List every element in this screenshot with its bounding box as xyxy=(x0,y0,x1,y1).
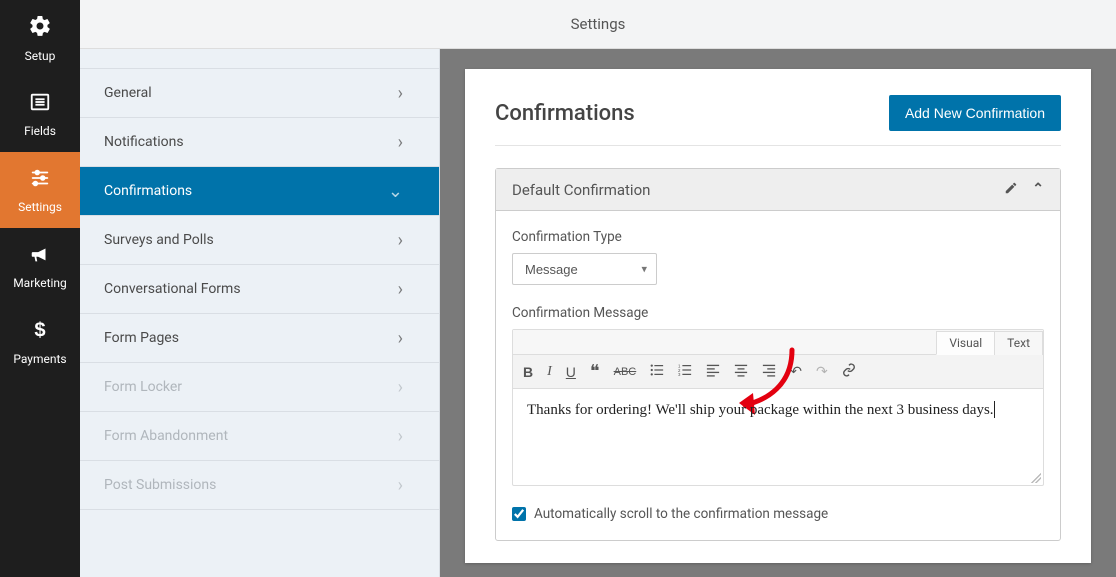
editor-toolbar: B I U ❝ ABC 123 xyxy=(513,355,1043,389)
editor-tab-text[interactable]: Text xyxy=(994,331,1043,355)
panel-title: Confirmations xyxy=(495,101,635,126)
submenu-item-surveys[interactable]: Surveys and Polls › xyxy=(80,215,439,265)
chevron-right-icon: › xyxy=(398,83,403,104)
confirmation-card: Default Confirmation ⌃ Confirmation Type xyxy=(495,168,1061,541)
chevron-right-icon: › xyxy=(398,426,403,447)
sidebar-item-marketing[interactable]: Marketing xyxy=(0,228,80,304)
chevron-right-icon: › xyxy=(398,475,403,496)
quote-icon[interactable]: ❝ xyxy=(590,361,600,382)
submenu-item-form-abandonment[interactable]: Form Abandonment › xyxy=(80,411,439,461)
sidebar-label: Fields xyxy=(24,124,56,138)
svg-text:3: 3 xyxy=(678,372,681,377)
sidebar-label: Marketing xyxy=(13,276,67,290)
number-list-icon[interactable]: 123 xyxy=(678,363,692,380)
chevron-right-icon: › xyxy=(398,132,403,153)
strike-icon[interactable]: ABC xyxy=(614,366,637,378)
main-area: Settings General › Notifications › Confi… xyxy=(80,0,1116,577)
bullet-list-icon[interactable] xyxy=(650,363,664,380)
sidebar-item-fields[interactable]: Fields xyxy=(0,76,80,152)
submenu-item-post-submissions[interactable]: Post Submissions › xyxy=(80,460,439,510)
dollar-icon: $ xyxy=(29,319,51,346)
editor-tabs: Visual Text xyxy=(513,330,1043,355)
submenu-label: General xyxy=(104,85,152,101)
submenu-item-conversational[interactable]: Conversational Forms › xyxy=(80,264,439,314)
submenu-label: Form Abandonment xyxy=(104,428,228,444)
submenu-item-confirmations[interactable]: Confirmations ⌄ xyxy=(80,166,439,216)
svg-text:$: $ xyxy=(34,319,45,341)
card-body: Confirmation Type Message Confirmation M… xyxy=(496,211,1060,540)
submenu-label: Surveys and Polls xyxy=(104,232,214,248)
chevron-right-icon: › xyxy=(398,377,403,398)
link-icon[interactable] xyxy=(842,363,856,380)
editor-tab-visual[interactable]: Visual xyxy=(936,331,995,355)
sidebar: Setup Fields Settings Marketing $ Paymen… xyxy=(0,0,80,577)
autoscroll-label: Automatically scroll to the confirmation… xyxy=(534,506,828,522)
sidebar-label: Setup xyxy=(25,49,56,63)
submenu-item-form-pages[interactable]: Form Pages › xyxy=(80,313,439,363)
sidebar-item-settings[interactable]: Settings xyxy=(0,152,80,228)
card-header[interactable]: Default Confirmation ⌃ xyxy=(496,169,1060,211)
collapse-icon[interactable]: ⌃ xyxy=(1032,181,1044,199)
confirmation-message-label: Confirmation Message xyxy=(512,305,1044,321)
align-right-icon[interactable] xyxy=(762,363,776,380)
topbar: Settings xyxy=(80,0,1116,49)
confirmation-type-label: Confirmation Type xyxy=(512,229,1044,245)
chevron-right-icon: › xyxy=(398,230,403,251)
undo-icon[interactable]: ↶ xyxy=(790,363,802,380)
sliders-icon xyxy=(29,167,51,194)
card-title: Default Confirmation xyxy=(512,181,650,199)
panel-area: Confirmations Add New Confirmation Defau… xyxy=(440,49,1116,577)
confirmation-type-field: Confirmation Type Message xyxy=(512,229,1044,285)
italic-icon[interactable]: I xyxy=(547,364,552,380)
submenu-label: Confirmations xyxy=(104,183,192,199)
chevron-right-icon: › xyxy=(398,328,403,349)
sidebar-item-setup[interactable]: Setup xyxy=(0,0,80,76)
settings-submenu: General › Notifications › Confirmations … xyxy=(80,49,440,577)
submenu-label: Conversational Forms xyxy=(104,281,241,297)
submenu-item-notifications[interactable]: Notifications › xyxy=(80,117,439,167)
list-icon xyxy=(29,91,51,118)
submenu-item-form-locker[interactable]: Form Locker › xyxy=(80,362,439,412)
add-confirmation-button[interactable]: Add New Confirmation xyxy=(889,95,1061,131)
confirmation-message-field: Confirmation Message Visual Text B I xyxy=(512,305,1044,486)
rich-text-editor: Visual Text B I U ❝ ABC xyxy=(512,329,1044,486)
sidebar-item-payments[interactable]: $ Payments xyxy=(0,304,80,380)
page-title: Settings xyxy=(571,15,626,33)
confirmation-type-select[interactable]: Message xyxy=(512,253,657,285)
chevron-down-icon: ⌄ xyxy=(388,181,403,202)
editor-content[interactable]: Thanks for ordering! We'll ship your pac… xyxy=(513,389,1043,485)
autoscroll-checkbox[interactable] xyxy=(512,507,526,521)
submenu-item-general[interactable]: General › xyxy=(80,68,439,118)
gear-icon xyxy=(28,14,52,43)
submenu-label: Form Locker xyxy=(104,379,182,395)
edit-icon[interactable] xyxy=(1004,181,1018,199)
align-center-icon[interactable] xyxy=(734,363,748,380)
submenu-label: Notifications xyxy=(104,134,184,150)
redo-icon[interactable]: ↷ xyxy=(816,363,828,380)
chevron-right-icon: › xyxy=(398,279,403,300)
bullhorn-icon xyxy=(29,243,51,270)
autoscroll-checkbox-row[interactable]: Automatically scroll to the confirmation… xyxy=(512,506,1044,522)
sidebar-label: Payments xyxy=(13,352,66,366)
submenu-label: Post Submissions xyxy=(104,477,216,493)
underline-icon[interactable]: U xyxy=(566,364,576,380)
confirmations-panel: Confirmations Add New Confirmation Defau… xyxy=(465,69,1091,563)
bold-icon[interactable]: B xyxy=(523,364,533,380)
panel-header: Confirmations Add New Confirmation xyxy=(495,95,1061,146)
align-left-icon[interactable] xyxy=(706,363,720,380)
sidebar-label: Settings xyxy=(18,200,62,214)
submenu-label: Form Pages xyxy=(104,330,179,346)
